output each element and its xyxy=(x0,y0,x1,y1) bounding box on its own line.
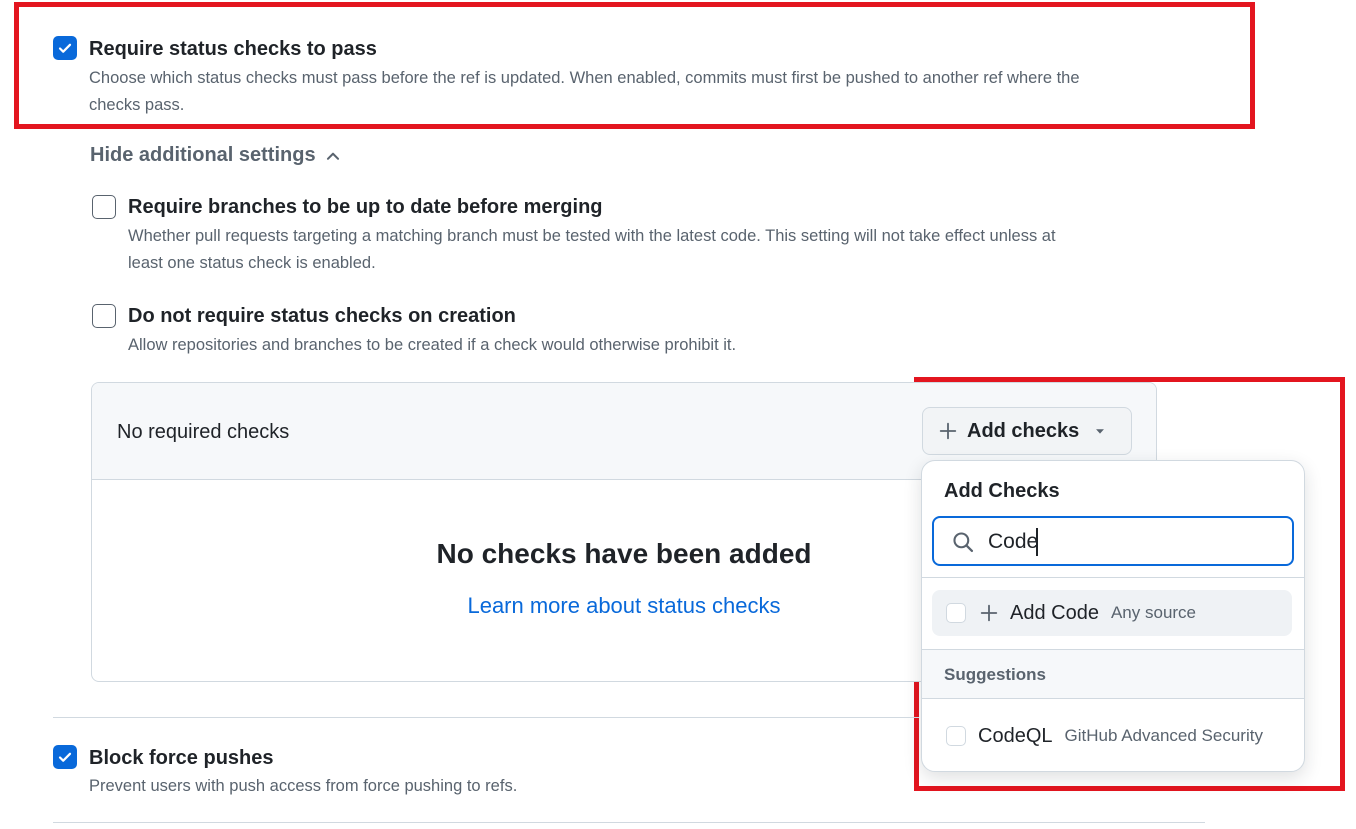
up-to-date-description-line1: Whether pull requests targeting a matchi… xyxy=(128,227,1056,245)
suggestions-label: Suggestions xyxy=(944,665,1047,684)
hide-additional-settings-toggle[interactable]: Hide additional settings xyxy=(90,144,342,167)
status-checks-description-line2: checks pass. xyxy=(89,96,185,114)
add-code-source: Any source xyxy=(1110,603,1197,622)
force-push-checkbox[interactable] xyxy=(53,745,77,769)
add-checks-label: Add checks xyxy=(967,419,1080,442)
status-checks-title: Require status checks to pass xyxy=(89,38,377,60)
plus-icon xyxy=(939,422,957,440)
status-checks-checkbox[interactable] xyxy=(53,36,77,60)
no-required-checks-label: No required checks xyxy=(117,421,290,443)
chevron-up-icon xyxy=(326,152,339,160)
force-push-title: Block force pushes xyxy=(89,747,274,769)
hide-settings-label: Hide additional settings xyxy=(90,144,316,166)
codeql-name: CodeQL xyxy=(978,724,1053,747)
up-to-date-title: Require branches to be up to date before… xyxy=(128,196,603,218)
bottom-divider xyxy=(53,822,1205,823)
check-icon xyxy=(58,752,72,762)
no-creation-checkbox[interactable] xyxy=(92,304,116,328)
codeql-checkbox[interactable] xyxy=(946,726,966,746)
search-value: Code xyxy=(988,530,1039,553)
plus-icon xyxy=(980,604,998,622)
check-icon xyxy=(58,43,72,53)
section-divider xyxy=(53,717,919,718)
force-push-description: Prevent users with push access from forc… xyxy=(89,777,518,795)
dropdown-title: Add Checks xyxy=(944,480,1060,502)
text-caret xyxy=(1036,528,1038,556)
search-icon xyxy=(953,532,974,553)
suggestions-section: Suggestions xyxy=(922,649,1304,699)
add-checks-dropdown: Add Checks Code Add Code Any source Sugg… xyxy=(921,460,1305,772)
no-creation-title: Do not require status checks on creation xyxy=(128,305,516,327)
status-checks-description-line1: Choose which status checks must pass bef… xyxy=(89,69,1080,87)
no-creation-description: Allow repositories and branches to be cr… xyxy=(128,336,737,354)
add-code-checkbox[interactable] xyxy=(946,603,966,623)
up-to-date-checkbox[interactable] xyxy=(92,195,116,219)
triangle-down-icon xyxy=(1096,429,1105,434)
add-code-item[interactable]: Add Code Any source xyxy=(932,590,1292,636)
add-code-label: Add Code xyxy=(1010,601,1099,624)
codeql-source: GitHub Advanced Security xyxy=(1064,726,1263,745)
suggestion-item-codeql[interactable]: CodeQL GitHub Advanced Security xyxy=(932,713,1292,759)
status-checks-description: Choose which status checks must pass bef… xyxy=(89,65,1209,119)
add-checks-button[interactable]: Add checks xyxy=(922,407,1132,455)
up-to-date-description: Whether pull requests targeting a matchi… xyxy=(128,223,1188,277)
check-search-input[interactable]: Code xyxy=(932,516,1294,566)
up-to-date-description-line2: least one status check is enabled. xyxy=(128,254,376,272)
dropdown-divider xyxy=(922,577,1304,578)
